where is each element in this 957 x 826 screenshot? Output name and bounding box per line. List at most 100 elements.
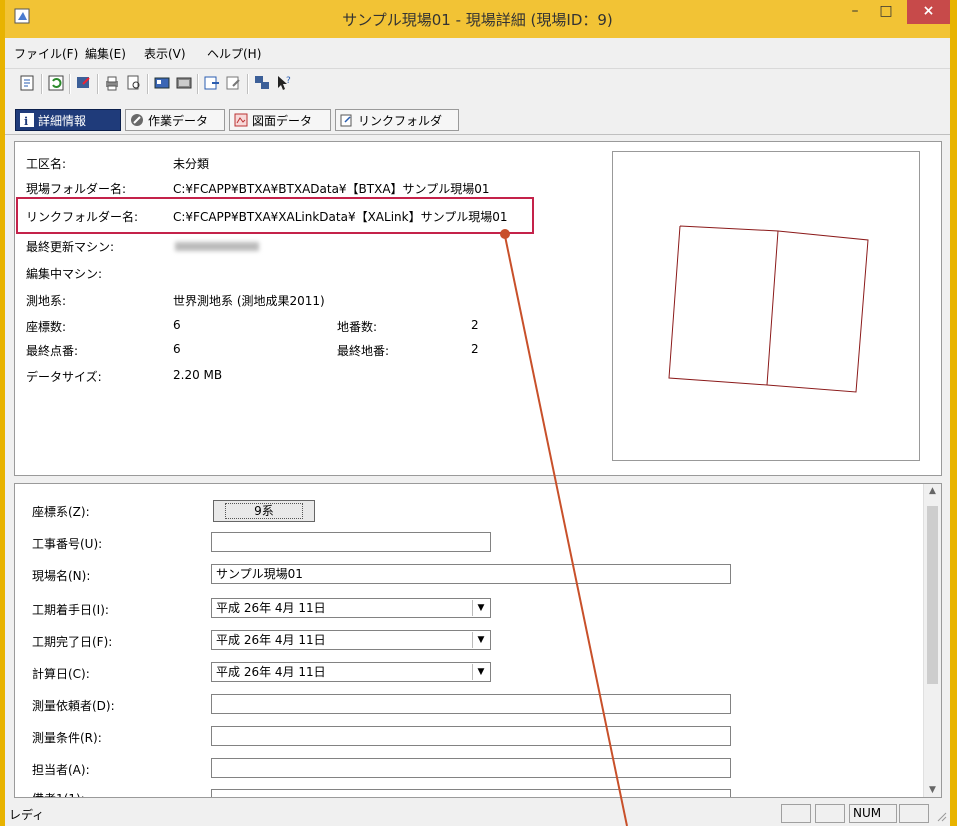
calc-date-value: 平成 26年 4月 11日 xyxy=(216,665,326,679)
refresh-icon[interactable] xyxy=(47,74,65,92)
datasize-label: データサイズ: xyxy=(26,370,102,384)
site-name-input[interactable]: サンプル現場01 xyxy=(211,564,731,584)
print-preview-icon[interactable] xyxy=(125,74,143,92)
start-date-label: 工期着手日(I): xyxy=(32,603,109,617)
coord-system-label: 座標系(Z): xyxy=(32,505,90,519)
print-icon[interactable] xyxy=(103,74,121,92)
parcel-drawing xyxy=(668,225,869,393)
num-indicator: NUM xyxy=(849,804,897,823)
tab-detail-info[interactable]: i 詳細情報 xyxy=(15,109,121,131)
toolbar-separator xyxy=(41,74,43,94)
menu-view[interactable]: 表示(V) xyxy=(144,45,186,62)
dropdown-arrow-icon[interactable]: ▼ xyxy=(472,600,489,616)
folder-label: 現場フォルダー名: xyxy=(26,182,127,196)
drawing-preview xyxy=(612,151,920,461)
coords-value: 6 xyxy=(173,318,181,332)
datum-label: 測地系: xyxy=(26,294,67,308)
detail-info-panel: 工区名: 未分類 現場フォルダー名: C:¥FCAPP¥BTXA¥BTXADat… xyxy=(14,141,942,476)
card-icon[interactable] xyxy=(153,74,171,92)
output-icon[interactable] xyxy=(225,74,243,92)
scroll-down-icon[interactable]: ▼ xyxy=(924,785,941,795)
resize-grip-icon[interactable] xyxy=(935,810,947,822)
datum-value: 世界測地系 (測地成果2011) xyxy=(173,294,325,308)
scroll-thumb[interactable] xyxy=(927,506,938,684)
link-folder-icon xyxy=(340,114,352,127)
toolbar-separator xyxy=(69,74,71,94)
svg-text:?: ? xyxy=(286,76,291,86)
tab-drawing-data[interactable]: 図面データ xyxy=(229,109,331,131)
info-icon: i xyxy=(20,113,34,127)
tab-work-data[interactable]: 作業データ xyxy=(125,109,225,131)
dropdown-arrow-icon[interactable]: ▼ xyxy=(472,632,489,648)
site-properties-form: 座標系(Z): 9系 工事番号(U): 現場名(N): サンプル現場01 工期着… xyxy=(14,483,942,798)
parcels-value: 2 xyxy=(471,318,479,332)
editing-machine-label: 編集中マシン: xyxy=(26,267,103,281)
app-window: サンプル現場01 - 現場詳細 (現場ID：9) – □ × ファイル(F) 編… xyxy=(5,0,950,826)
calc-date-picker[interactable]: 平成 26年 4月 11日 ▼ xyxy=(211,662,491,682)
client-input[interactable] xyxy=(211,694,731,714)
link-folder-highlight xyxy=(16,197,534,234)
menu-help[interactable]: ヘルプ(H) xyxy=(207,45,261,62)
last-parcel-value: 2 xyxy=(471,342,479,356)
toolbar-separator xyxy=(247,74,249,94)
site-name-label: 現場名(N): xyxy=(32,569,91,583)
network-icon[interactable] xyxy=(253,74,271,92)
menu-file[interactable]: ファイル(F) xyxy=(14,45,78,62)
parcels-label: 地番数: xyxy=(337,320,378,334)
dropdown-arrow-icon[interactable]: ▼ xyxy=(472,664,489,680)
last-machine-label: 最終更新マシン: xyxy=(26,240,115,254)
conditions-label: 測量条件(R): xyxy=(32,731,102,745)
conditions-input[interactable] xyxy=(211,726,731,746)
note1-input[interactable] xyxy=(211,789,731,797)
status-pane xyxy=(899,804,929,823)
title-bar[interactable]: サンプル現場01 - 現場詳細 (現場ID：9) – □ × xyxy=(5,0,950,38)
job-number-label: 工事番号(U): xyxy=(32,537,103,551)
kuiki-value: 未分類 xyxy=(173,157,210,171)
scroll-up-icon[interactable]: ▲ xyxy=(924,486,941,496)
kuiki-label: 工区名: xyxy=(26,157,67,171)
coord-system-value: 9系 xyxy=(225,503,303,519)
person-input[interactable] xyxy=(211,758,731,778)
status-bar: レディ NUM xyxy=(5,802,950,826)
job-number-input[interactable] xyxy=(211,532,491,552)
properties-icon[interactable] xyxy=(19,74,37,92)
person-label: 担当者(A): xyxy=(32,763,90,777)
coord-system-button[interactable]: 9系 xyxy=(213,500,315,522)
status-pane xyxy=(815,804,845,823)
tab-bar: i 詳細情報 作業データ 図面データ リンクフォルダー xyxy=(5,104,950,150)
work-data-icon xyxy=(131,114,143,126)
tab-label: 作業データ xyxy=(148,114,209,128)
datasize-value: 2.20 MB xyxy=(173,368,223,382)
start-date-picker[interactable]: 平成 26年 4月 11日 ▼ xyxy=(211,598,491,618)
toolbar-separator xyxy=(197,74,199,94)
calc-date-label: 計算日(C): xyxy=(32,667,90,681)
folder-value: C:¥FCAPP¥BTXA¥BTXAData¥【BTXA】サンプル現場01 xyxy=(173,182,490,196)
form-scrollbar[interactable]: ▲ ▼ xyxy=(923,484,941,797)
maximize-button[interactable]: □ xyxy=(871,0,901,24)
end-date-label: 工期完了日(F): xyxy=(32,635,113,649)
help-cursor-icon[interactable]: ? xyxy=(275,74,293,92)
last-parcel-label: 最終地番: xyxy=(337,344,390,358)
last-point-label: 最終点番: xyxy=(26,344,79,358)
import-icon[interactable] xyxy=(203,74,221,92)
start-date-value: 平成 26年 4月 11日 xyxy=(216,601,326,615)
ledger-icon[interactable] xyxy=(175,74,193,92)
close-button[interactable]: × xyxy=(907,0,950,24)
drawing-data-icon xyxy=(234,113,248,127)
status-pane xyxy=(781,804,811,823)
toolbar: ? xyxy=(5,68,950,97)
toolbar-separator xyxy=(97,74,99,94)
menu-bar: ファイル(F) 編集(E) 表示(V) ヘルプ(H) xyxy=(5,42,950,64)
minimize-button[interactable]: – xyxy=(840,0,870,24)
tab-label: 図面データ xyxy=(252,114,313,128)
menu-edit[interactable]: 編集(E) xyxy=(85,45,126,62)
tab-link-folder[interactable]: リンクフォルダー xyxy=(335,109,459,150)
export-icon[interactable] xyxy=(75,74,93,92)
end-date-value: 平成 26年 4月 11日 xyxy=(216,633,326,647)
last-machine-value-redacted xyxy=(175,242,259,251)
coords-label: 座標数: xyxy=(26,320,67,334)
window-title: サンプル現場01 - 現場詳細 (現場ID：9) xyxy=(342,11,613,29)
tab-label: 詳細情報 xyxy=(38,114,87,128)
end-date-picker[interactable]: 平成 26年 4月 11日 ▼ xyxy=(211,630,491,650)
svg-text:i: i xyxy=(24,115,28,127)
